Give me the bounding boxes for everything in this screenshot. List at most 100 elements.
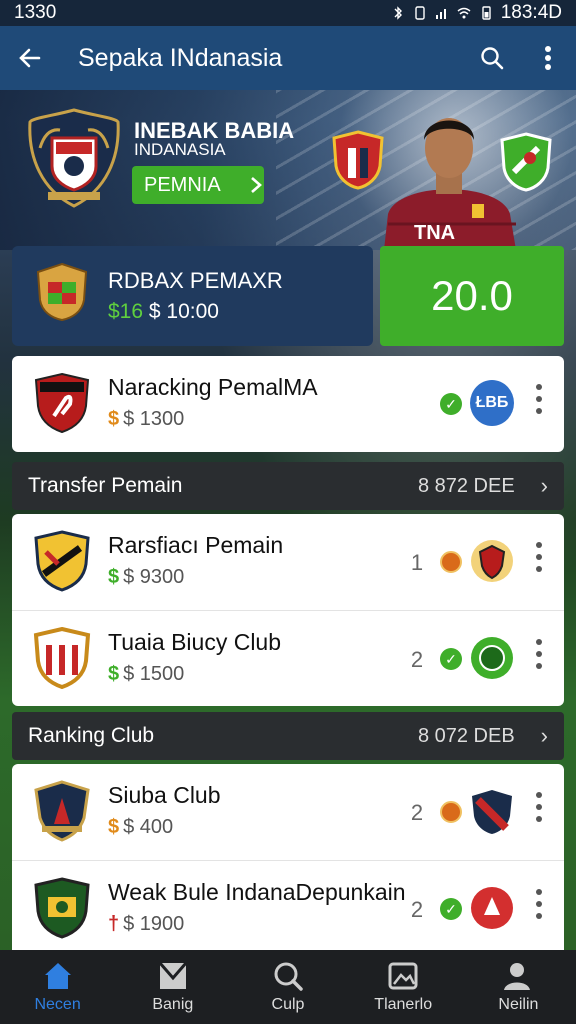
club-badge-icon [34,530,90,592]
price-value: $ 1300 [123,408,185,430]
promo-score: 20.0 [431,272,513,319]
more-vertical-icon [545,46,551,70]
player-shirt-text: TNA [414,222,456,244]
nav-item-culp[interactable]: Culp [230,950,345,1024]
item-price: $ $ 9300 [108,566,184,589]
signal-icon [435,9,446,19]
chevron-right-icon: › [540,473,548,498]
back-button[interactable] [0,26,60,90]
search-icon [274,962,303,991]
status-time: 1330 [14,2,57,23]
list-item[interactable]: Rarsfiacı Pemain $ $ 9300 1 [12,514,564,610]
bottom-navigation: Necen Banig Culp Tlanerlo Neilin [0,950,576,1024]
hero-cta-button[interactable]: PEMNIA [132,166,264,204]
check-icon: ✓ [440,648,462,670]
hero-cta-label: PEMNIA [144,173,221,196]
club-shield-red-icon [332,130,384,190]
item-price: $ $ 400 [108,816,173,839]
club-emblem-icon [471,540,513,582]
list-item[interactable]: Weak Bule IndanaDepunkain † $ 1900 2 ✓ [12,860,564,956]
bluetooth-icon [394,6,402,20]
more-options-button[interactable] [520,26,576,90]
nav-label: Culp [271,996,305,1013]
player-image: TNA [378,104,520,250]
chevron-right-icon [250,177,262,193]
item-more-button[interactable] [532,542,546,582]
item-name: Naracking PemalMA [108,374,318,400]
nav-label: Tlanerlo [374,996,433,1013]
hero-banner: INEBAK BABIA INDANASIA PEMNIA TNA [0,90,576,250]
nav-item-banig[interactable]: Banig [115,950,230,1024]
nav-item-neilin[interactable]: Neilin [461,950,576,1024]
gallery-icon [388,962,418,990]
club-badge-icon [34,780,90,842]
shield-icon [158,962,187,989]
item-count: 2 [410,800,424,825]
section-meta: 8 072 DEB [417,724,515,747]
nav-item-home[interactable]: Necen [0,950,115,1024]
chevron-right-icon: › [540,723,548,748]
section-header-ranking[interactable]: Ranking Club 8 072 DEB › [12,712,564,760]
item-count: 1 [410,550,424,575]
transfer-card: Rarsfiacı Pemain $ $ 9300 1 Tuaia Biucy C… [12,514,564,706]
price-value: $ 1500 [123,663,185,685]
price-value: $ 9300 [123,566,185,588]
item-more-button[interactable] [532,792,546,832]
check-icon: ✓ [440,898,462,920]
list-item[interactable]: Naracking PemalMA $ $ 1300 ✓ ŁBБ [12,356,564,452]
price-symbol: $ [108,408,120,430]
list-item[interactable]: Siuba Club $ $ 400 2 [12,764,564,860]
club-emblem-icon [471,637,513,679]
club-badge-icon [34,877,90,939]
section-label: Transfer Pemain [28,474,183,497]
item-more-button[interactable] [532,889,546,929]
item-name: Rarsfiacı Pemain [108,532,284,558]
item-price: $ $ 1500 [108,663,184,686]
ranking-card: Siuba Club $ $ 400 2 Weak Bule IndanaDepu… [12,764,564,956]
featured-card: Naracking PemalMA $ $ 1300 ✓ ŁBБ [12,356,564,452]
club-emblem-icon [472,790,512,834]
club-emblem-icon [471,887,513,929]
price-symbol: $ [108,663,120,685]
club-badge-icon [34,372,90,434]
status-clock: 183:4D [500,2,562,23]
nav-item-tlanerlo[interactable]: Tlanerlo [346,950,461,1024]
item-name: Weak Bule IndanaDepunkain [108,879,406,905]
federation-crest-icon [28,108,120,208]
list-item[interactable]: Tuaia Biucy Club $ $ 1500 2 ✓ [12,610,564,706]
item-name: Siuba Club [108,782,221,808]
arrow-left-icon [19,48,41,68]
item-more-button[interactable] [532,384,546,424]
app-title: Sepakа INdanasia [78,43,283,72]
item-count: 2 [410,897,424,922]
search-icon [481,47,504,70]
price-symbol: $ [108,566,120,588]
nav-label: Banig [152,996,194,1013]
medal-icon [440,801,462,823]
item-price: $ $ 1300 [108,408,184,431]
promo-amount-value: $ 10:00 [148,300,219,323]
item-price: † $ 1900 [108,913,184,936]
item-count: 2 [410,647,424,672]
price-symbol: † [108,913,120,935]
battery-icon [482,6,491,20]
section-label: Ranking Club [28,724,155,747]
item-more-button[interactable] [532,639,546,679]
profile-icon [504,963,531,990]
app-bar: Sepakа INdanasia [0,26,576,90]
promo-card[interactable]: RDBAX PEMAXR $16 $ 10:00 [12,246,373,346]
promo-title: RDBAX PEMAXR [108,268,283,293]
section-header-transfer[interactable]: Transfer Pemain 8 872 DEE › [12,462,564,510]
promo-amount: $16 $ 10:00 [108,300,219,324]
wifi-icon [457,7,471,19]
vibrate-icon [415,6,425,20]
home-icon [44,963,71,989]
search-button[interactable] [464,26,520,90]
item-name: Tuaia Biucy Club [108,629,282,655]
club-badge-icon [33,627,91,689]
promo-score-button[interactable]: 20.0 [380,246,564,346]
promo-amount-symbol: $16 [108,300,144,323]
check-icon: ✓ [440,393,462,415]
rank-badge-text: ŁBБ [475,394,509,411]
price-value: $ 1900 [123,913,185,935]
